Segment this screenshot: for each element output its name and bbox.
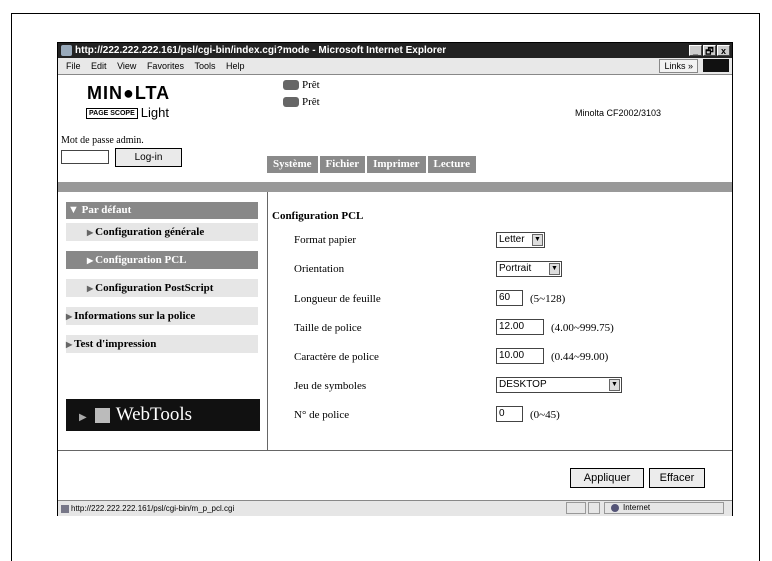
status-pane xyxy=(588,502,600,514)
pagescope-light-text: Light xyxy=(140,105,169,120)
chevron-down-icon: ▼ xyxy=(609,379,620,391)
triangle-right-icon: ▶ xyxy=(66,312,73,321)
globe-icon xyxy=(611,503,619,512)
minimize-button[interactable]: _ xyxy=(689,45,702,56)
caractere-police-input[interactable]: 10.00 xyxy=(496,348,544,364)
password-input[interactable] xyxy=(61,150,109,164)
restore-button[interactable]: 🗗 xyxy=(703,45,716,56)
links-button[interactable]: Links » xyxy=(659,59,698,73)
minolta-logo: MIN●LTA xyxy=(87,83,171,103)
label-caractere-police: Caractère de police xyxy=(294,351,379,363)
menu-edit[interactable]: Edit xyxy=(91,58,107,74)
triangle-right-icon: ▶ xyxy=(87,256,94,265)
longueur-feuille-range: (5~128) xyxy=(530,293,566,305)
clear-button[interactable]: Effacer xyxy=(649,468,705,488)
triangle-right-icon: ▶ xyxy=(66,340,73,349)
tab-systeme[interactable]: Système xyxy=(267,156,318,173)
status-url: http://222.222.222.161/psl/cgi-bin/m_p_p… xyxy=(61,501,234,516)
menu-file[interactable]: File xyxy=(66,58,81,74)
printer-model: Minolta CF2002/3103 xyxy=(575,108,662,118)
orientation-select[interactable]: Portrait ▼ xyxy=(496,261,562,277)
window-title: http://222.222.222.161/psl/cgi-bin/index… xyxy=(75,45,447,56)
chevron-down-icon: ▼ xyxy=(549,263,560,275)
sidebar-item-test-impression[interactable]: ▶ Test d'impression xyxy=(66,335,258,353)
header-divider xyxy=(58,182,732,192)
password-label: Mot de passe admin. xyxy=(61,135,144,146)
main-tabs: Système Fichier Imprimer Lecture xyxy=(267,154,478,173)
sidebar-item-label: Configuration générale xyxy=(95,226,205,238)
sidebar-item-label: Configuration PCL xyxy=(95,254,187,266)
ie-icon xyxy=(61,45,72,56)
footer-divider xyxy=(58,450,732,451)
label-longueur-feuille: Longueur de feuille xyxy=(294,293,381,305)
numero-police-range: (0~45) xyxy=(530,409,560,421)
caractere-police-range: (0.44~99.00) xyxy=(551,351,609,363)
label-format-papier: Format papier xyxy=(294,234,357,246)
format-papier-select[interactable]: Letter ▼ xyxy=(496,232,545,248)
taille-police-input[interactable]: 12.00 xyxy=(496,319,544,335)
sidebar-head-par-defaut[interactable]: ▼ Par défaut xyxy=(66,202,258,219)
printer-icon xyxy=(283,80,299,91)
printer-icon xyxy=(283,97,299,108)
pagescope-badge: PAGE SCOPE xyxy=(86,108,138,120)
windows-logo-icon xyxy=(703,59,729,72)
sidebar-item-informations-police[interactable]: ▶ Informations sur la police xyxy=(66,307,258,325)
sidebar-item-label: Informations sur la police xyxy=(74,310,196,322)
tab-imprimer[interactable]: Imprimer xyxy=(367,156,426,173)
menu-view[interactable]: View xyxy=(117,58,136,74)
window-controls: _ 🗗 x xyxy=(688,44,730,59)
printer-status-1: Prêt xyxy=(283,79,320,91)
close-button[interactable]: x xyxy=(717,45,730,56)
taille-police-range: (4.00~999.75) xyxy=(551,322,614,334)
zone-label: Internet xyxy=(623,503,651,512)
sidebar-item-label: Configuration PostScript xyxy=(95,282,214,294)
label-jeu-symboles: Jeu de symboles xyxy=(294,380,367,392)
menu-tools[interactable]: Tools xyxy=(194,58,215,74)
status-url-text: http://222.222.222.161/psl/cgi-bin/m_p_p… xyxy=(71,504,235,513)
jeu-symboles-select[interactable]: DESKTOP ▼ xyxy=(496,377,622,393)
page-header: MIN●LTA PAGE SCOPE Light Mot de passe adm… xyxy=(58,75,732,182)
tab-lecture[interactable]: Lecture xyxy=(427,156,476,173)
select-value: Letter xyxy=(499,234,525,245)
sidebar-item-configuration-generale[interactable]: ▶ Configuration générale xyxy=(66,223,258,241)
login-button[interactable]: Log-in xyxy=(115,148,182,167)
apply-button[interactable]: Appliquer xyxy=(570,468,644,488)
page-title: Configuration PCL xyxy=(272,210,364,222)
sidebar: ▼ Par défaut ▶ Configuration générale ▶ Co… xyxy=(58,192,268,450)
webtools-link[interactable]: ▶ WebTools xyxy=(66,399,260,431)
label-numero-police: N° de police xyxy=(294,409,350,421)
numero-police-input[interactable]: 0 xyxy=(496,406,523,422)
longueur-feuille-input[interactable]: 60 xyxy=(496,290,523,306)
menu-bar: File Edit View Favorites Tools Help Link… xyxy=(58,58,732,75)
label-taille-police: Taille de police xyxy=(294,322,362,334)
browser-window: http://222.222.222.161/psl/cgi-bin/index… xyxy=(57,42,733,516)
select-value: Portrait xyxy=(499,263,532,274)
triangle-right-icon: ▶ xyxy=(87,284,94,293)
sidebar-item-label: Test d'impression xyxy=(74,338,157,350)
menu-help[interactable]: Help xyxy=(226,58,245,74)
chevron-down-icon: ▼ xyxy=(532,234,543,246)
status-pane xyxy=(566,502,586,514)
printer-status-2: Prêt xyxy=(283,96,320,108)
webtools-label: WebTools xyxy=(115,404,192,425)
menu-favorites[interactable]: Favorites xyxy=(147,58,184,74)
status-zone: Internet xyxy=(604,502,724,514)
label-orientation: Orientation xyxy=(294,263,345,275)
webtools-icon xyxy=(94,408,110,424)
triangle-right-icon: ▶ xyxy=(79,412,87,423)
sidebar-item-configuration-pcl[interactable]: ▶ Configuration PCL xyxy=(66,251,258,269)
sidebar-item-configuration-postscript[interactable]: ▶ Configuration PostScript xyxy=(66,279,258,297)
page-icon xyxy=(61,504,69,513)
pagescope-logo: PAGE SCOPE Light xyxy=(86,105,169,120)
printer-status-text: Prêt xyxy=(302,96,320,108)
main-content: Configuration PCL Format papier Letter ▼ … xyxy=(272,192,730,450)
select-value: DESKTOP xyxy=(499,379,547,390)
printer-status-text: Prêt xyxy=(302,79,320,91)
title-bar: http://222.222.222.161/psl/cgi-bin/index… xyxy=(58,43,732,58)
triangle-right-icon: ▶ xyxy=(87,228,94,237)
tab-fichier[interactable]: Fichier xyxy=(319,156,366,173)
status-bar: http://222.222.222.161/psl/cgi-bin/m_p_p… xyxy=(58,500,732,516)
